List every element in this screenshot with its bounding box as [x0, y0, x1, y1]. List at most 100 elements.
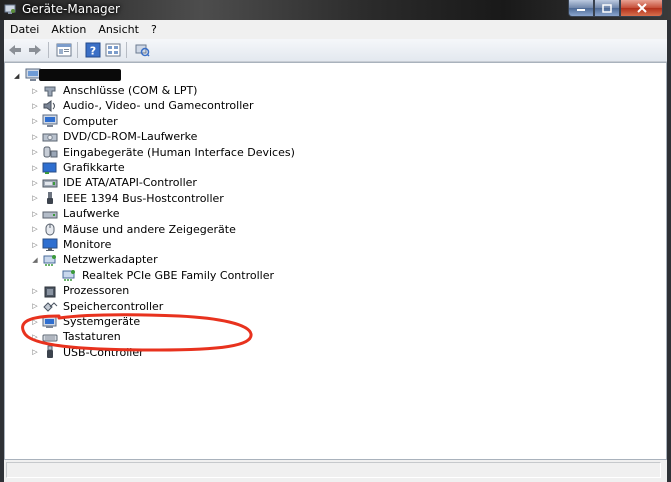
redacted-computer-name[interactable]	[39, 69, 121, 81]
device-tree[interactable]: ◢ ▷ Anschlüsse (COM & LPT) ▷ Audio-, Video-…	[4, 62, 667, 460]
close-icon	[636, 3, 647, 13]
back-icon	[9, 45, 21, 55]
tree-category[interactable]: ▷ DVD/CD-ROM-Laufwerke	[31, 129, 197, 144]
expand-arrow-icon[interactable]: ▷	[31, 240, 39, 250]
device-manager-icon	[4, 4, 16, 14]
tree-category[interactable]: ◢ Netzwerkadapter	[31, 252, 158, 267]
tree-category[interactable]: ▷ IDE ATA/ATAPI-Controller	[31, 175, 197, 190]
svg-text:?: ?	[90, 45, 96, 58]
tree-category[interactable]: ▷ Speichercontroller	[31, 299, 163, 314]
root-collapse-icon[interactable]: ◢	[14, 72, 19, 80]
toolbar-separator	[48, 42, 49, 58]
tree-item-label: Grafikkarte	[63, 161, 125, 174]
expand-arrow-icon[interactable]: ▷	[31, 347, 39, 357]
toolbar-separator	[77, 42, 78, 58]
tree-item-label: IDE ATA/ATAPI-Controller	[63, 176, 197, 190]
tree-category[interactable]: ▷ Monitore	[31, 237, 111, 252]
maximize-icon	[602, 3, 612, 13]
expand-arrow-icon[interactable]: ▷	[31, 147, 39, 157]
menu-datei[interactable]: Datei	[4, 20, 45, 39]
expand-arrow-icon[interactable]: ▷	[31, 193, 39, 203]
menu-bar: Datei Aktion Ansicht ?	[4, 20, 667, 39]
tree-device[interactable]: Realtek PCIe GBE Family Controller	[47, 268, 274, 283]
menu-ansicht[interactable]: Ansicht	[92, 20, 145, 39]
device-manager-window: Geräte-Manager Datei Aktion Ansicht ? ? …	[0, 0, 671, 482]
title-bar[interactable]: Geräte-Manager	[0, 0, 671, 20]
tree-category[interactable]: ▷ USB-Controller	[31, 345, 144, 360]
expand-arrow-icon[interactable]: ▷	[31, 163, 39, 173]
expand-arrow-icon[interactable]: ▷	[31, 301, 39, 311]
forward-icon	[29, 45, 41, 55]
expand-arrow-icon[interactable]: ▷	[31, 101, 39, 111]
tree-category[interactable]: ▷ Grafikkarte	[31, 160, 125, 175]
properties-icon	[56, 43, 72, 57]
tree-item-label: Netzwerkadapter	[63, 253, 158, 267]
status-text	[6, 462, 661, 478]
expand-arrow-icon[interactable]: ▷	[31, 86, 39, 96]
network-adapter-icon	[62, 270, 75, 282]
tree-item-label: Anschlüsse (COM & LPT)	[63, 84, 198, 97]
processor-icon	[44, 286, 56, 298]
window-controls	[568, 0, 663, 18]
tree-item-label: USB-Controller	[63, 345, 144, 359]
help-icon: ?	[85, 42, 101, 58]
mouse-icon	[45, 223, 55, 236]
expand-arrow-icon[interactable]: ▷	[31, 224, 39, 234]
port-icon	[44, 86, 56, 96]
help-button[interactable]: ?	[84, 41, 102, 59]
usb-icon	[47, 345, 53, 359]
disc-drive-icon	[42, 133, 58, 142]
expand-arrow-icon[interactable]: ▷	[31, 132, 39, 142]
expand-arrow-icon[interactable]: ▷	[31, 116, 39, 126]
display-adapter-icon	[42, 162, 57, 174]
properties-button[interactable]	[55, 41, 73, 59]
tree-category[interactable]: ▷ Prozessoren	[31, 283, 129, 298]
tree-category[interactable]: ▷ Laufwerke	[31, 206, 119, 221]
expand-arrow-icon[interactable]: ▷	[31, 209, 39, 219]
toolbar: ?	[4, 39, 667, 62]
tree-category[interactable]: ▷ Systemgeräte	[31, 314, 140, 329]
computer-icon	[42, 114, 58, 128]
tree-category[interactable]: ▷ IEEE 1394 Bus-Hostcontroller	[31, 191, 224, 206]
hid-icon	[43, 146, 58, 158]
status-bar	[4, 460, 667, 482]
view-icon	[105, 43, 121, 57]
back-button[interactable]	[6, 41, 24, 59]
speaker-icon	[43, 99, 55, 112]
tree-item-label: Realtek PCIe GBE Family Controller	[82, 268, 275, 282]
expand-arrow-icon[interactable]: ▷	[31, 317, 39, 327]
monitor-icon	[42, 238, 58, 251]
window-frame-right	[667, 20, 671, 482]
minimize-icon	[577, 9, 585, 11]
menu-aktion[interactable]: Aktion	[45, 20, 92, 39]
tree-category[interactable]: ▷ Eingabegeräte (Human Interface Devices)	[31, 145, 295, 160]
tree-category[interactable]: ▷ Computer	[31, 114, 118, 129]
expand-arrow-icon[interactable]: ▷	[31, 178, 39, 188]
close-button[interactable]	[620, 0, 663, 17]
maximize-button[interactable]	[594, 0, 620, 17]
toolbar-separator	[126, 42, 127, 58]
tree-category[interactable]: ▷ Anschlüsse (COM & LPT)	[31, 83, 197, 98]
window-title: Geräte-Manager	[22, 2, 120, 16]
tree-category[interactable]: ▷ Tastaturen	[31, 329, 121, 344]
scan-hardware-button[interactable]	[133, 41, 151, 59]
tree-category[interactable]: ▷ Mäuse und andere Zeigegeräte	[31, 222, 236, 237]
tree-item-label: DVD/CD-ROM-Laufwerke	[63, 130, 198, 144]
expand-arrow-icon[interactable]: ▷	[31, 332, 39, 342]
expand-arrow-icon[interactable]: ▷	[31, 286, 39, 296]
ieee1394-icon	[47, 192, 53, 205]
tree-item-label: Tastaturen	[63, 330, 121, 344]
system-device-icon	[42, 316, 57, 328]
ide-controller-icon	[42, 179, 58, 188]
tree-item-label: IEEE 1394 Bus-Hostcontroller	[63, 191, 224, 205]
tree-item-label: Systemgeräte	[63, 315, 141, 328]
minimize-button[interactable]	[568, 0, 594, 17]
view-button[interactable]	[104, 41, 122, 59]
network-adapter-icon	[43, 254, 56, 266]
tree-item-label: Prozessoren	[63, 284, 130, 298]
scan-hardware-icon	[135, 44, 150, 57]
tree-category[interactable]: ▷ Audio-, Video- und Gamecontroller	[31, 98, 253, 113]
menu-help[interactable]: ?	[145, 20, 163, 39]
forward-button[interactable]	[26, 41, 44, 59]
collapse-arrow-icon[interactable]: ◢	[31, 255, 39, 265]
